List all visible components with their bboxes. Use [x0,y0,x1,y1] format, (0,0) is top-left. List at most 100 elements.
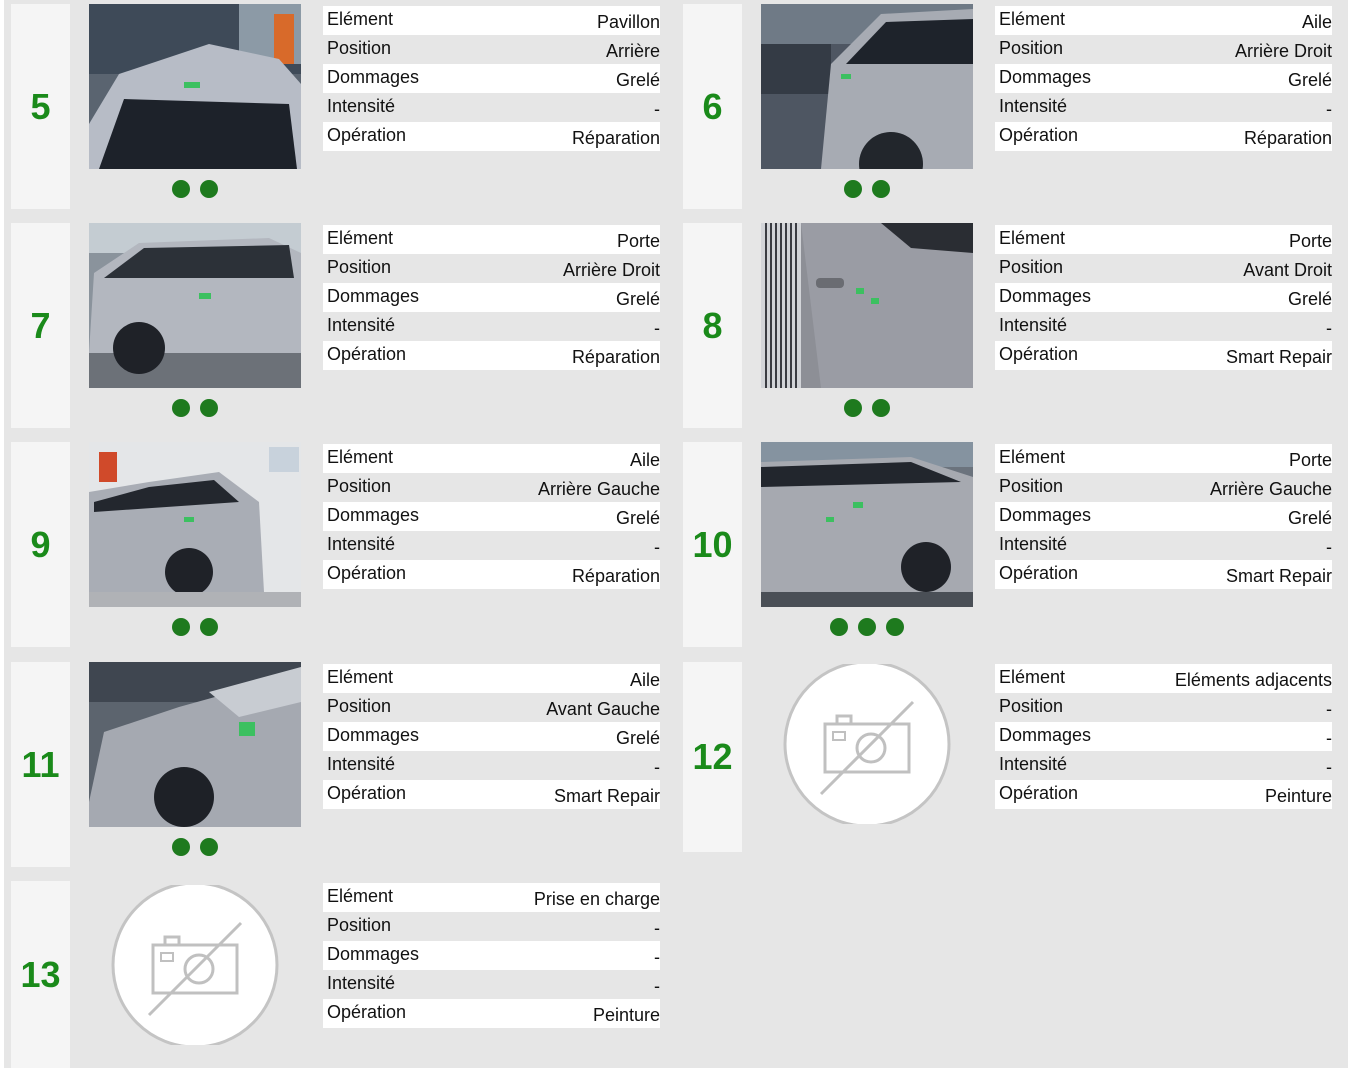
car-rear-left-wing-photo[interactable] [89,442,301,607]
car-roof-rear-photo[interactable] [89,4,301,169]
value: Arrière [605,41,660,61]
damage-card: 9 Elément Aile Position Arrière Gauche Dom… [11,442,673,647]
value: Aile [629,450,660,470]
pager-dot[interactable] [886,618,904,636]
value: Réparation [571,566,660,586]
row-element: Elément Pavillon [323,6,660,35]
photo-pager-dots[interactable] [89,618,301,638]
row-intensite: Intensité - [323,751,660,780]
photo-pager-dots[interactable] [761,399,973,419]
label: Opération [999,125,1079,145]
car-rear-left-door-photo[interactable] [761,442,973,607]
row-position: Position Arrière Droit [995,35,1332,64]
label: Position [327,915,392,935]
row-dommages: Dommages - [323,941,660,970]
photo-pager-dots[interactable] [89,838,301,858]
pager-dot[interactable] [830,618,848,636]
car-front-right-door-photo[interactable] [761,223,973,388]
damage-details-table: Elément Porte Position Arrière Droit Domma… [323,225,660,370]
row-operation: Opération Peinture [323,999,660,1028]
pager-dot[interactable] [872,180,890,198]
item-number: 7 [11,223,70,428]
value: Prise en charge [533,889,660,909]
value: - [1326,537,1332,557]
damage-details-table: Elément Aile Position Avant Gauche Dommage… [323,664,660,809]
pager-dot[interactable] [200,838,218,856]
value: Eléments adjacents [1174,670,1332,690]
label: Position [999,476,1064,496]
value: Pavillon [596,12,660,32]
pager-dot[interactable] [200,399,218,417]
value: - [1326,757,1332,777]
pager-dot[interactable] [172,399,190,417]
label: Intensité [327,973,396,993]
value: Arrière Gauche [537,479,660,499]
photo-pager-dots[interactable] [89,180,301,200]
label: Intensité [327,754,396,774]
value: - [654,537,660,557]
row-element: Elément Porte [995,225,1332,254]
row-intensite: Intensité - [323,93,660,122]
value: Porte [1288,231,1332,251]
damage-details-table: Elément Porte Position Avant Droit Dommage… [995,225,1332,370]
pager-dot[interactable] [872,399,890,417]
car-rear-right-wing-photo[interactable] [761,4,973,169]
no-photo-icon [781,660,953,828]
pager-dot[interactable] [200,180,218,198]
row-position: Position - [323,912,660,941]
row-position: Position Arrière Gauche [323,473,660,502]
pager-dot[interactable] [172,618,190,636]
pager-dot[interactable] [844,399,862,417]
label: Position [327,696,392,716]
label: Position [999,696,1064,716]
label: Elément [999,228,1066,248]
label: Opération [327,1002,407,1022]
label: Elément [327,447,394,467]
photo-pager-dots[interactable] [761,618,973,638]
car-right-side-photo[interactable] [89,223,301,388]
label: Opération [327,344,407,364]
value: Arrière Droit [562,260,660,280]
row-dommages: Dommages Grelé [323,722,660,751]
label: Opération [327,563,407,583]
value: Grelé [615,728,660,748]
value: Grelé [1287,70,1332,90]
pager-dot[interactable] [172,838,190,856]
photo-pager-dots[interactable] [761,180,973,200]
value: Réparation [571,347,660,367]
value: - [654,976,660,996]
row-dommages: Dommages Grelé [995,502,1332,531]
damage-details-table: Elément Eléments adjacents Position - Domm… [995,664,1332,809]
row-operation: Opération Smart Repair [995,341,1332,370]
value: Aile [1301,12,1332,32]
pager-dot[interactable] [844,180,862,198]
item-number: 9 [11,442,70,647]
label: Opération [327,783,407,803]
row-intensite: Intensité - [323,531,660,560]
value: Grelé [1287,289,1332,309]
damage-card: 13 Elément Prise en charge Position - Domm… [11,881,673,1068]
row-position: Position Arrière Droit [323,254,660,283]
label: Position [327,257,392,277]
photo-pager-dots[interactable] [89,399,301,419]
label: Intensité [999,754,1068,774]
damage-card: 12 Elément Eléments adjacents Position - D… [683,660,1345,852]
item-number: 12 [683,662,742,852]
label: Dommages [327,67,420,87]
pager-dot[interactable] [172,180,190,198]
row-operation: Opération Réparation [323,341,660,370]
damage-card: 10 Elément Porte Position Arrière Gauche D… [683,442,1345,647]
value: - [1326,318,1332,338]
item-number: 5 [11,4,70,209]
row-intensite: Intensité - [995,531,1332,560]
row-intensite: Intensité - [995,312,1332,341]
label: Dommages [999,725,1092,745]
row-element: Elément Prise en charge [323,883,660,912]
car-front-left-wing-photo[interactable] [89,662,301,827]
pager-dot[interactable] [200,618,218,636]
row-operation: Opération Réparation [995,122,1332,151]
label: Intensité [999,315,1068,335]
pager-dot[interactable] [858,618,876,636]
row-dommages: Dommages Grelé [323,64,660,93]
row-intensite: Intensité - [995,751,1332,780]
